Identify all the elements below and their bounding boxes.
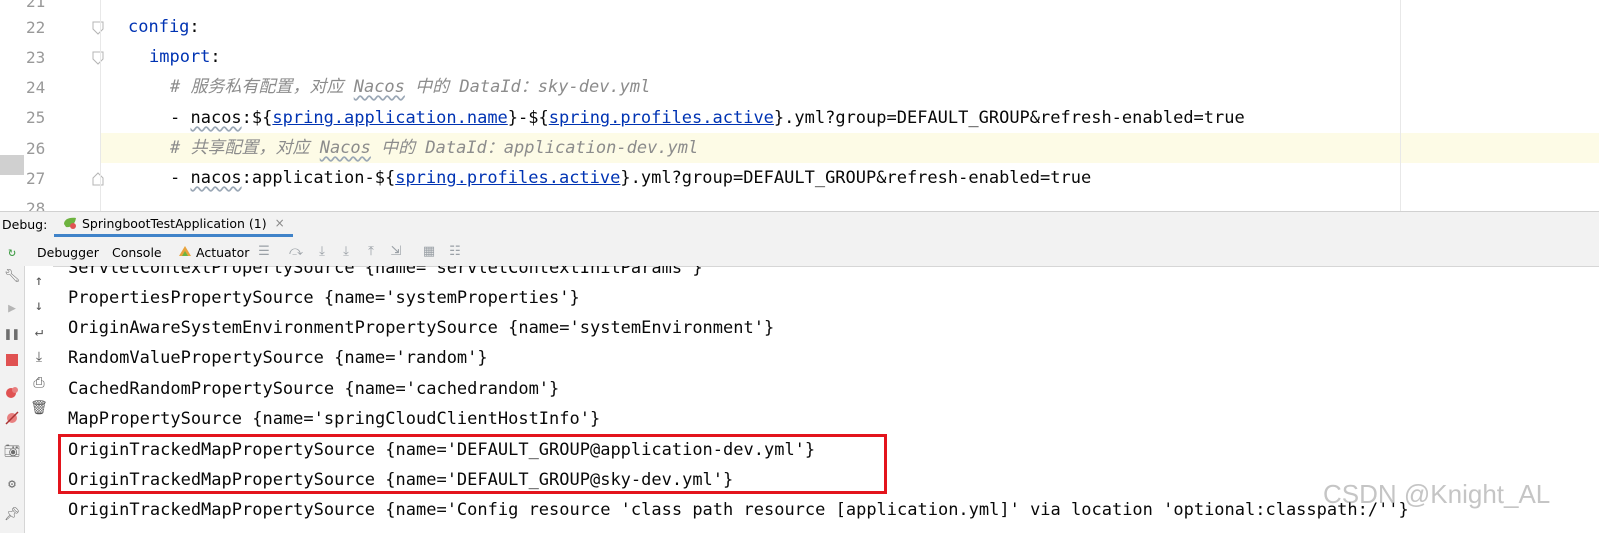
- yaml-key: config: [128, 17, 190, 37]
- tab-console[interactable]: Console: [112, 245, 162, 260]
- debug-toolbar: Debugger Console Actuator ☰ ⤼ ⤓ ⤓ ⤒ ⇲ ▦ …: [24, 238, 1599, 267]
- console-line: CachedRandomPropertySource {name='cached…: [68, 379, 560, 399]
- code-line-27: - nacos:application-${spring.profiles.ac…: [170, 163, 1091, 193]
- yaml-colon: :: [210, 47, 221, 67]
- code-text: :application-${: [241, 168, 396, 188]
- code-text: :${: [241, 108, 273, 128]
- watermark: CSDN @Knight_AL: [1323, 479, 1551, 509]
- line-number: 23: [26, 48, 46, 67]
- line-number: 24: [26, 78, 46, 97]
- editor-gutter: 21 22 23 24 25 26 27 28: [0, 0, 104, 211]
- console-line: MapPropertySource {name='springCloudClie…: [68, 409, 601, 429]
- run-to-cursor-icon[interactable]: ⇲: [388, 244, 404, 260]
- code-line-25: - nacos:${spring.application.name}-${spr…: [170, 103, 1245, 133]
- camera-icon[interactable]: 📷︎: [3, 443, 21, 461]
- arrow-down-icon[interactable]: ↓: [30, 297, 48, 315]
- step-out-icon[interactable]: ⤒: [363, 244, 379, 260]
- fold-open-icon[interactable]: [92, 21, 104, 35]
- step-into-icon[interactable]: ⤓: [314, 244, 330, 260]
- stop-icon[interactable]: [3, 351, 21, 369]
- list-dash: -: [170, 168, 191, 188]
- evaluate-expression-icon[interactable]: ▦: [421, 244, 437, 260]
- debug-session-tab[interactable]: SpringbootTestApplication (1) ×: [54, 212, 293, 237]
- trace-stream-icon[interactable]: ☷: [447, 244, 463, 260]
- view-breakpoints-icon[interactable]: [3, 383, 21, 401]
- nacos-prefix: nacos: [190, 108, 242, 128]
- trash-icon[interactable]: 🗑︎: [30, 399, 48, 417]
- property-link-profiles-active[interactable]: spring.profiles.active: [395, 168, 620, 188]
- console-line: OriginTrackedMapPropertySource {name='Co…: [68, 500, 1409, 520]
- code-text: }-${: [507, 108, 549, 128]
- comment-nacos: Nacos: [353, 77, 405, 97]
- rerun-icon[interactable]: ↻: [3, 244, 21, 262]
- mute-breakpoints-icon[interactable]: [3, 409, 21, 427]
- line-number: 28: [26, 199, 46, 211]
- arrow-up-icon[interactable]: ↑: [30, 272, 48, 290]
- property-link-application-name[interactable]: spring.application.name: [272, 108, 507, 128]
- line-number: 25: [26, 108, 46, 127]
- yaml-colon: :: [189, 17, 200, 37]
- pause-icon[interactable]: ❚❚: [3, 326, 21, 344]
- debug-tool-window-header: Debug: SpringbootTestApplication (1) ×: [0, 211, 1599, 239]
- tab-actuator-label: Actuator: [195, 245, 250, 260]
- fold-end-icon[interactable]: [92, 172, 104, 186]
- code-line-22: config:: [128, 12, 200, 42]
- force-step-into-icon[interactable]: ⤓: [338, 244, 354, 260]
- tab-debugger[interactable]: Debugger: [37, 245, 99, 260]
- red-annotation-box: [58, 434, 887, 494]
- line-number: 22: [26, 18, 46, 37]
- console-side-toolbar: ↑ ↓ ↵ ⤓ ⎙ 🗑︎: [25, 266, 53, 533]
- pin-icon[interactable]: 📌︎: [3, 506, 21, 524]
- code-editor[interactable]: 21 22 23 24 25 26 27 28 config: import: …: [0, 0, 1599, 211]
- debug-label: Debug:: [2, 217, 48, 232]
- code-line-26: # 共享配置，对应 Nacos 中的 DataId：application-de…: [170, 133, 698, 163]
- comment-text: 中的 DataId：sky-dev.yml: [404, 77, 651, 97]
- gutter-marker: [0, 155, 24, 175]
- debug-left-toolbar: ↻ 🔧︎ ▶ ❚❚ 📷︎ ⚙ 📌︎: [0, 238, 25, 533]
- session-tab-label: SpringbootTestApplication (1): [82, 215, 267, 231]
- wrench-icon[interactable]: 🔧︎: [3, 268, 21, 286]
- console-line: RandomValuePropertySource {name='random'…: [68, 348, 488, 368]
- spring-boot-icon: [64, 217, 76, 229]
- console-line: PropertiesPropertySource {name='systemPr…: [68, 288, 580, 308]
- soft-wrap-icon[interactable]: ↵: [30, 323, 48, 341]
- scroll-to-end-icon[interactable]: ⤓: [30, 348, 48, 366]
- console-line: ServletContextPropertySource {name='serv…: [68, 266, 703, 278]
- code-text: }.yml?group=DEFAULT_GROUP&refresh-enable…: [773, 108, 1245, 128]
- code-line-23: import:: [149, 42, 221, 72]
- line-number: 26: [26, 139, 46, 158]
- comment-text: # 服务私有配置，对应: [170, 77, 354, 97]
- right-margin-guide: [1400, 0, 1401, 211]
- property-link-profiles-active[interactable]: spring.profiles.active: [549, 108, 774, 128]
- fold-open-icon[interactable]: [92, 51, 104, 65]
- console-line: OriginAwareSystemEnvironmentPropertySour…: [68, 318, 775, 338]
- comment-text: # 共享配置，对应: [170, 138, 320, 158]
- print-icon[interactable]: ⎙: [30, 374, 48, 392]
- yaml-key: import: [149, 47, 211, 67]
- line-number: 27: [26, 169, 46, 188]
- list-dash: -: [170, 108, 191, 128]
- code-line-24: # 服务私有配置，对应 Nacos 中的 DataId：sky-dev.yml: [170, 72, 650, 102]
- settings-gear-icon[interactable]: ⚙: [3, 476, 21, 494]
- step-over-icon[interactable]: ⤼: [288, 244, 304, 260]
- resume-icon[interactable]: ▶: [3, 300, 21, 318]
- comment-text: 中的 DataId：application-dev.yml: [370, 138, 699, 158]
- nacos-prefix: nacos: [190, 168, 242, 188]
- tab-actuator[interactable]: Actuator: [178, 245, 249, 260]
- code-text: }.yml?group=DEFAULT_GROUP&refresh-enable…: [620, 168, 1092, 188]
- indent-guide: [100, 0, 101, 211]
- menu-lines-icon[interactable]: ☰: [256, 244, 272, 260]
- comment-nacos: Nacos: [319, 138, 371, 158]
- close-icon[interactable]: ×: [275, 216, 285, 230]
- actuator-icon: [179, 246, 191, 256]
